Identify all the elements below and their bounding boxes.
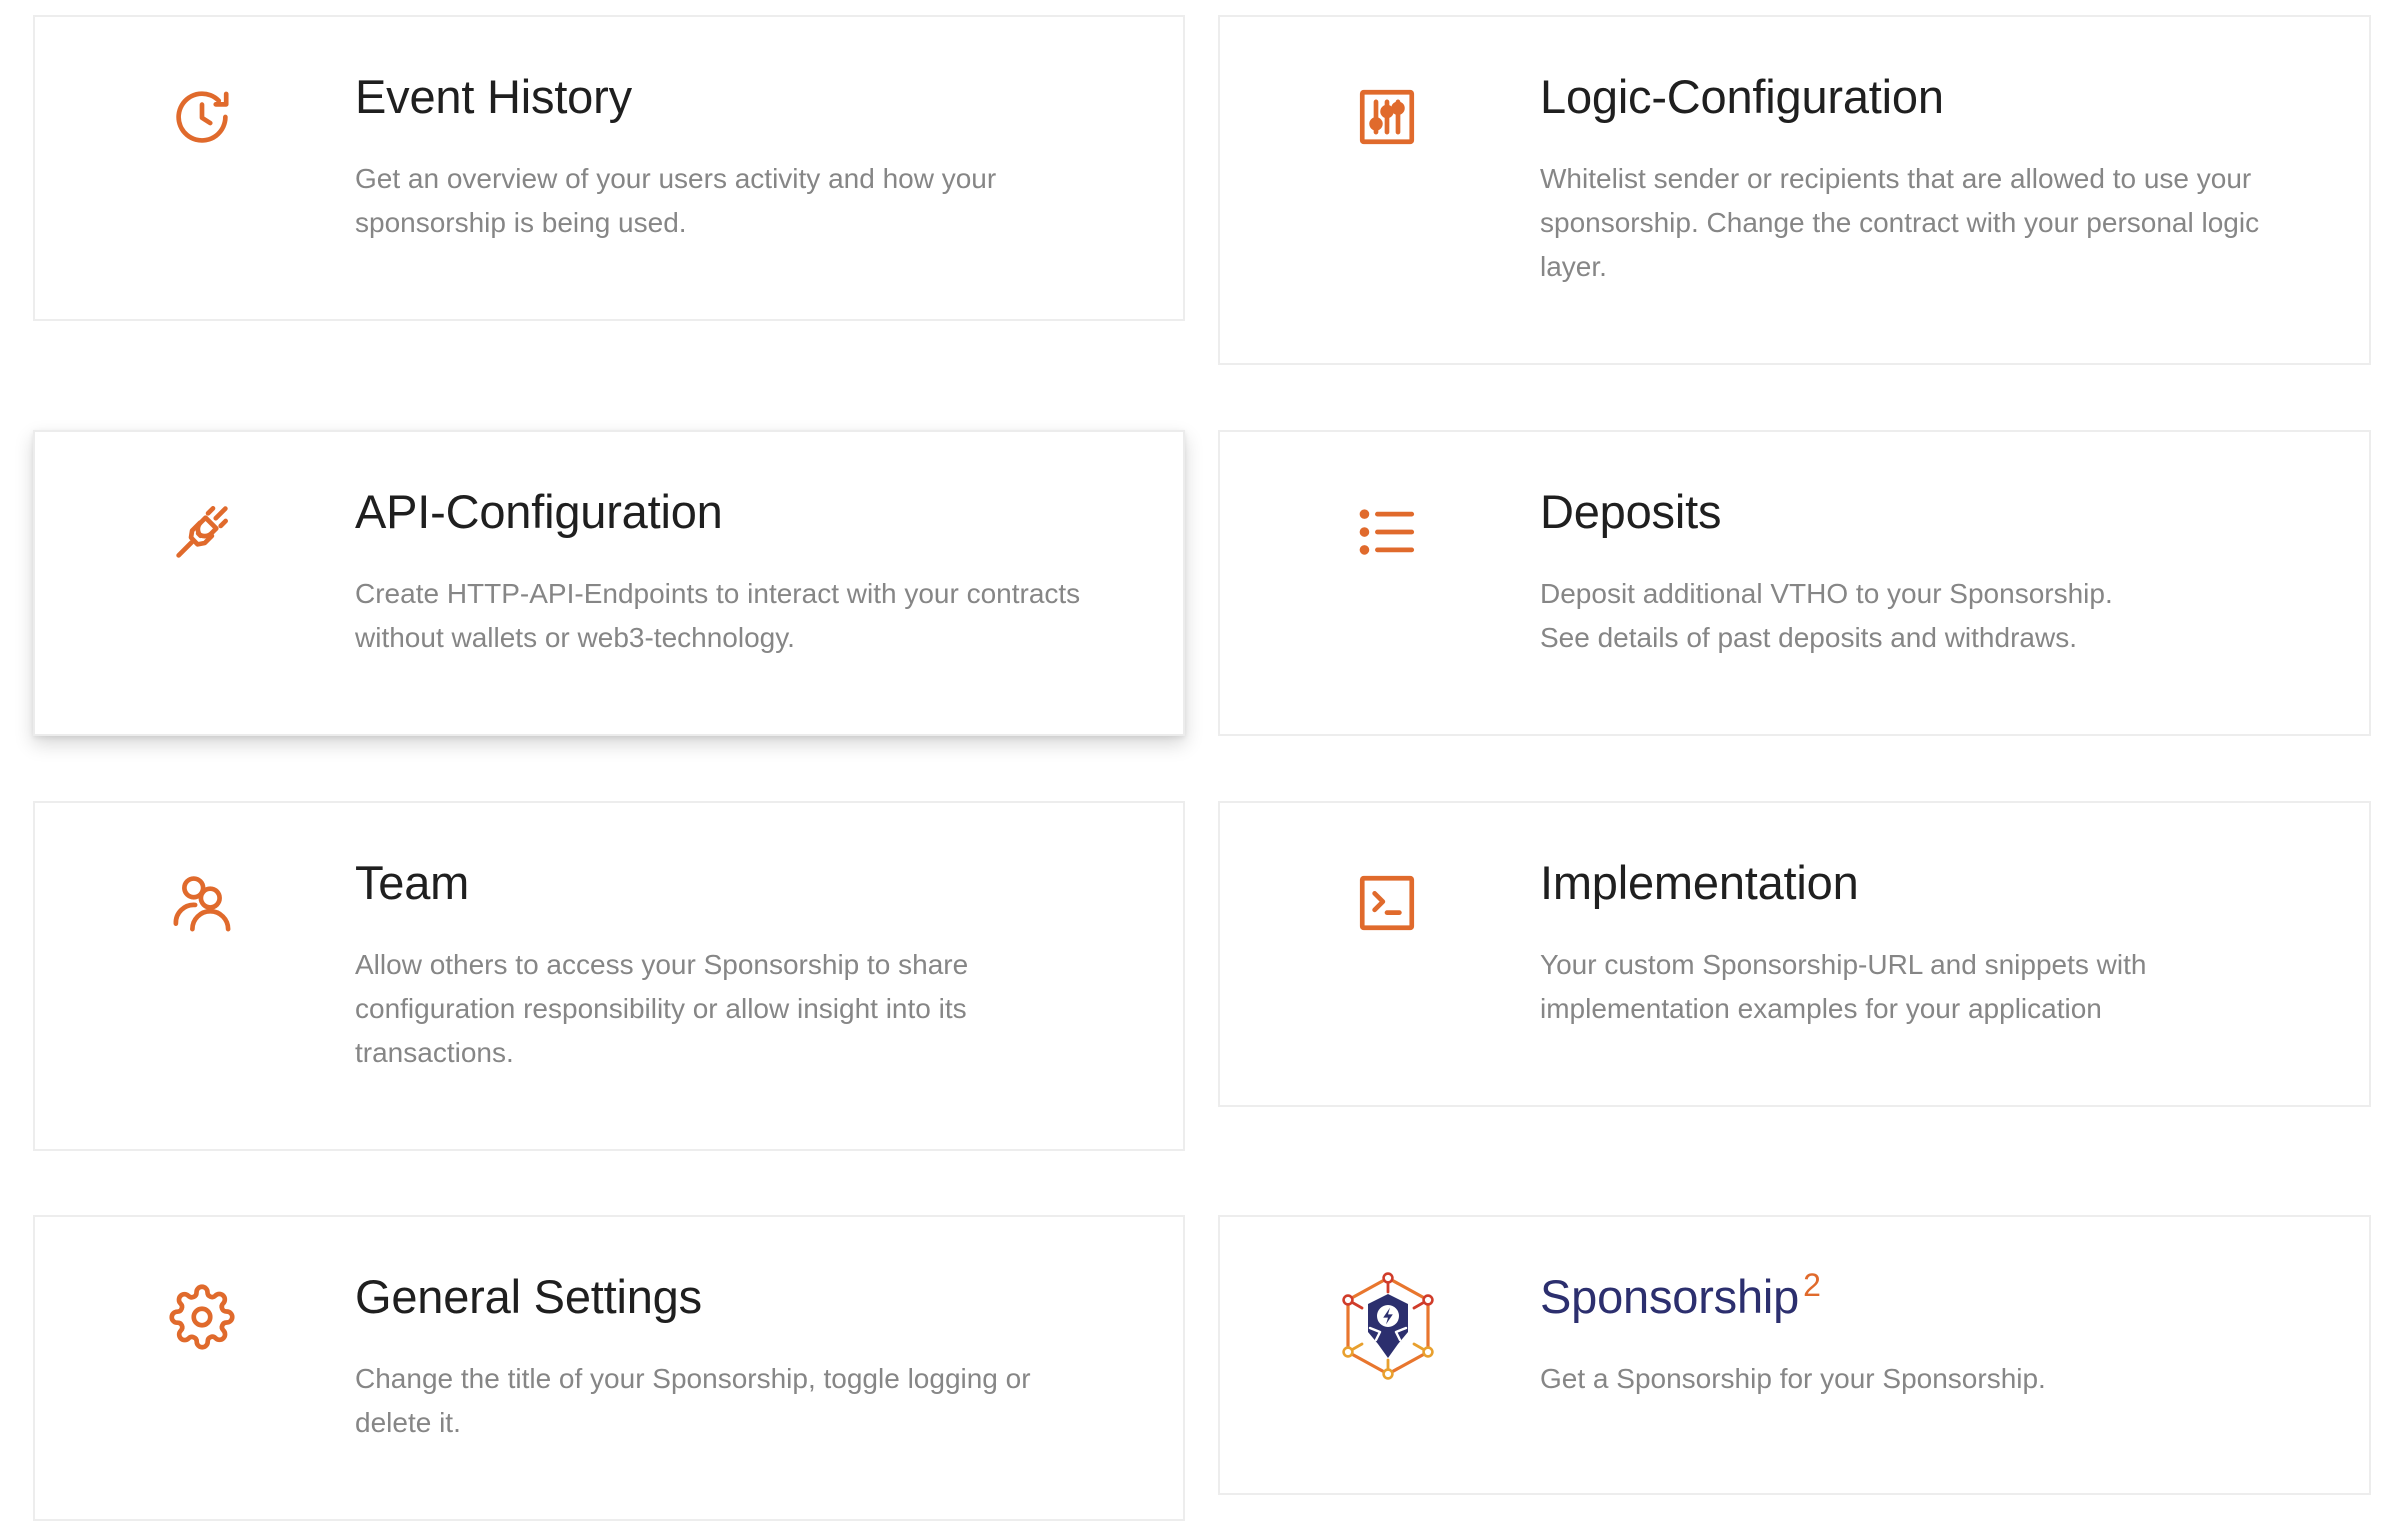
card-description: Get an overview of your users activity a… <box>355 163 997 238</box>
clock-history-icon <box>169 84 235 150</box>
terminal-icon <box>1354 870 1420 936</box>
card-title-text: Sponsorship <box>1540 1270 1800 1323</box>
card-title: General Settings <box>355 1270 702 1323</box>
card-description: Your custom Sponsorship-URL and snippets… <box>1540 949 2147 1024</box>
card-event-history[interactable]: Event History Get an overview of your us… <box>33 15 1185 321</box>
users-icon <box>169 870 235 936</box>
card-description-line: Deposit additional VTHO to your Sponsors… <box>1540 578 2113 609</box>
card-description: Deposit additional VTHO to your Sponsors… <box>1540 572 2340 660</box>
sponsorship-logo-icon <box>1338 1272 1438 1380</box>
card-description: Get a Sponsorship for your Sponsorship. <box>1540 1363 2046 1394</box>
card-implementation[interactable]: Implementation Your custom Sponsorship-U… <box>1218 801 2371 1107</box>
card-description: Allow others to access your Sponsorship … <box>355 949 969 1068</box>
card-description: Change the title of your Sponsorship, to… <box>355 1363 1031 1438</box>
card-api-configuration[interactable]: API-Configuration Create HTTP-API-Endpoi… <box>33 430 1185 736</box>
card-description-line: See details of past deposits and withdra… <box>1540 622 2077 653</box>
card-title: Event History <box>355 70 632 123</box>
card-title: API-Configuration <box>355 485 723 538</box>
plug-icon <box>169 499 235 565</box>
card-description: Whitelist sender or recipients that are … <box>1540 163 2260 282</box>
card-title: Implementation <box>1540 856 1859 909</box>
card-sponsorship[interactable]: Sponsorship 2 Get a Sponsorship for your … <box>1218 1215 2371 1495</box>
card-title: Logic-Configuration <box>1540 70 1944 123</box>
gear-icon <box>169 1284 235 1350</box>
card-title: Sponsorship 2 <box>1540 1267 1821 1325</box>
card-title: Team <box>355 856 470 909</box>
list-icon <box>1354 499 1420 565</box>
sliders-icon <box>1354 84 1420 150</box>
card-general-settings[interactable]: General Settings Change the title of you… <box>33 1215 1185 1521</box>
card-title: Deposits <box>1540 485 1722 538</box>
card-description: Create HTTP-API-Endpoints to interact wi… <box>355 578 1081 653</box>
card-logic-configuration[interactable]: Logic-Configuration Whitelist sender or … <box>1218 15 2371 365</box>
card-team[interactable]: Team Allow others to access your Sponsor… <box>33 801 1185 1151</box>
title-superscript: 2 <box>1803 1267 1821 1303</box>
card-deposits[interactable]: Deposits Deposit additional VTHO to your… <box>1218 430 2371 736</box>
